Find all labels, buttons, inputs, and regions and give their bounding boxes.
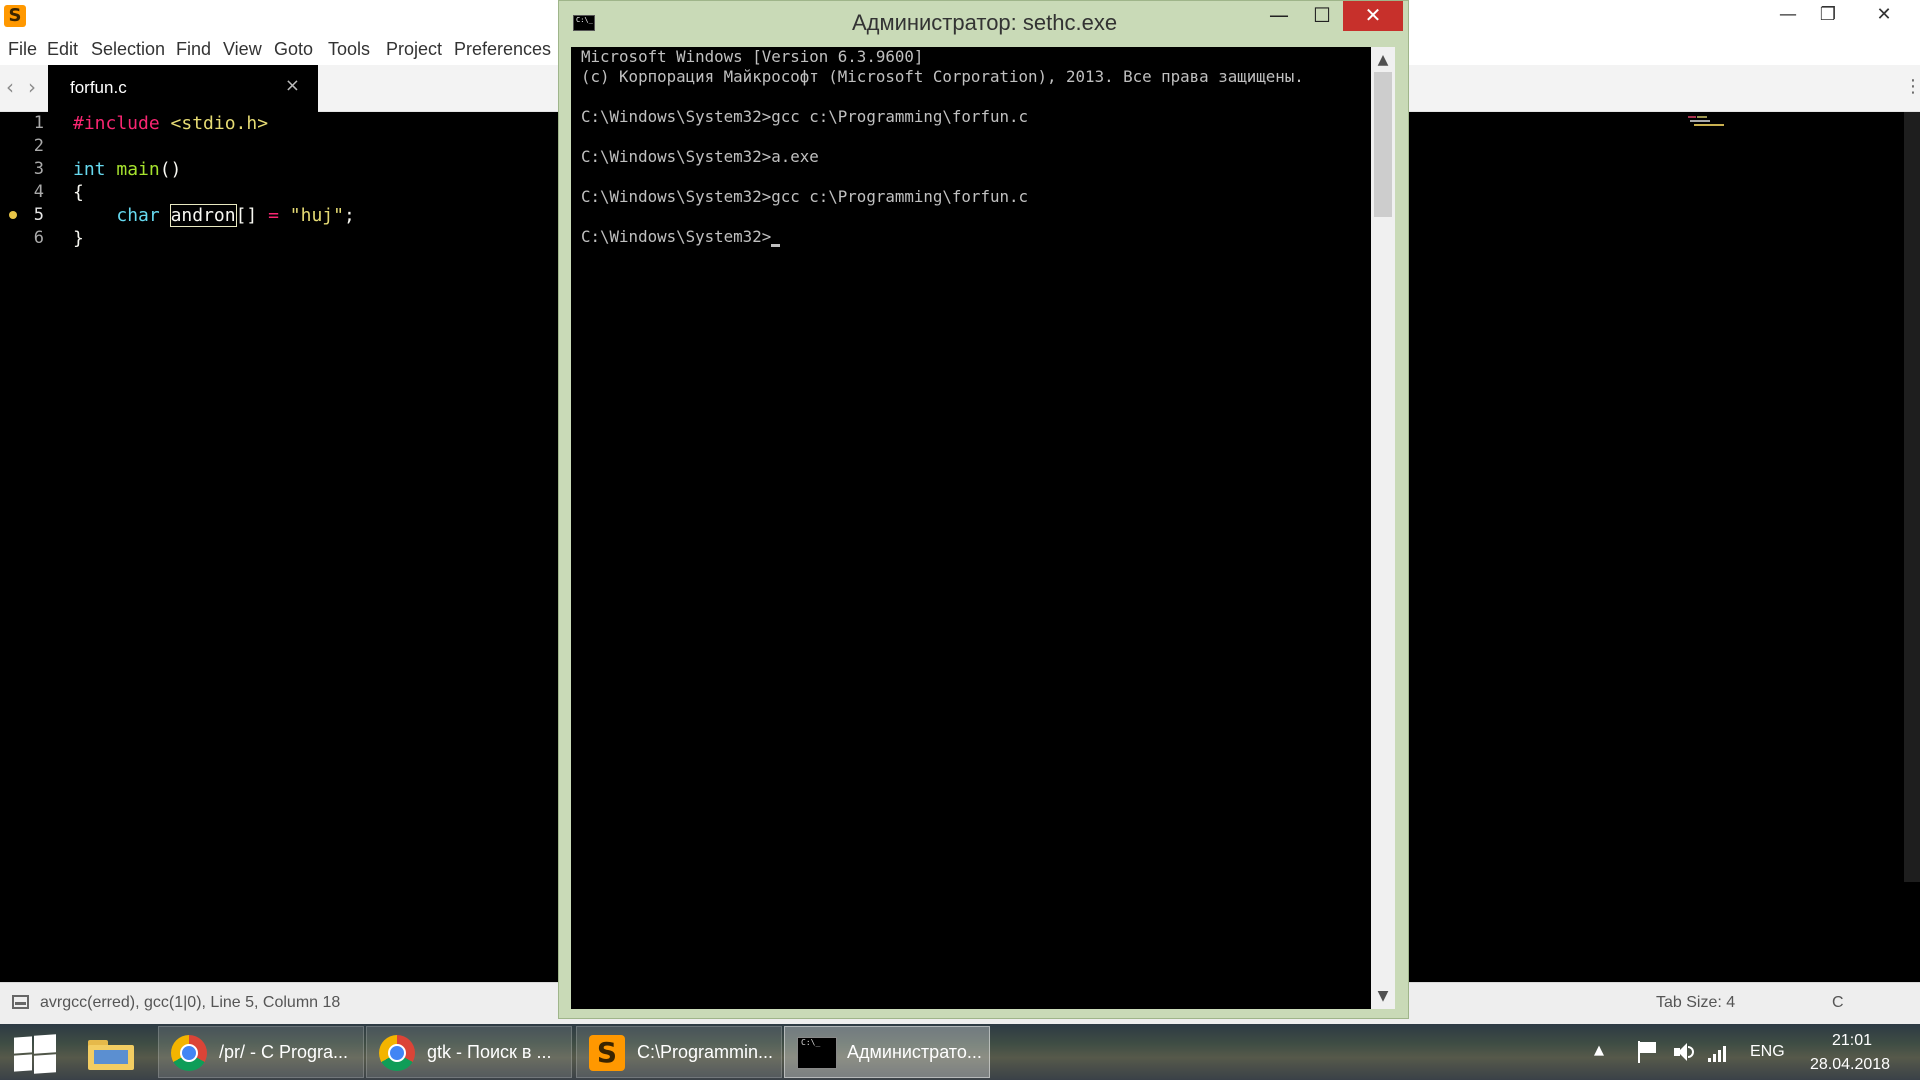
start-button[interactable] xyxy=(0,1024,70,1080)
console-close-button[interactable]: ✕ xyxy=(1343,1,1403,31)
tab-back-icon[interactable]: ‹ xyxy=(6,75,14,99)
highlighted-word: andron xyxy=(169,204,237,227)
chrome-icon xyxy=(171,1035,207,1071)
scroll-up-icon[interactable]: ▲ xyxy=(1371,51,1395,69)
show-hidden-icons-icon[interactable]: ▲ xyxy=(1594,1044,1604,1058)
restore-button[interactable]: ❐ xyxy=(1806,0,1850,33)
console-scroll-thumb[interactable] xyxy=(1374,72,1392,217)
code-token: <stdio.h> xyxy=(159,113,269,134)
taskbar-chrome-gtk[interactable]: gtk - Поиск в ... xyxy=(366,1026,572,1078)
clock-time[interactable]: 21:01 xyxy=(1832,1032,1872,1050)
console-cursor xyxy=(771,244,780,247)
line-number-active: 5 xyxy=(33,205,44,225)
taskbar-button-label: /pr/ - C Progra... xyxy=(219,1042,349,1062)
code-token: ; xyxy=(343,205,355,226)
close-button[interactable]: ✕ xyxy=(1862,0,1906,33)
tab-close-icon[interactable]: × xyxy=(285,75,300,97)
code-token: [] xyxy=(235,205,269,226)
taskbar-chrome-pr[interactable]: /pr/ - C Progra... xyxy=(158,1026,364,1078)
file-explorer-icon[interactable] xyxy=(88,1036,134,1070)
scroll-down-icon[interactable]: ▼ xyxy=(1371,987,1395,1005)
menu-goto[interactable]: Goto xyxy=(274,39,313,60)
code-line-4: { xyxy=(73,182,84,203)
console-minimize-button[interactable]: — xyxy=(1257,1,1301,31)
menu-project[interactable]: Project xyxy=(386,39,442,60)
code-token: main xyxy=(105,159,160,180)
code-token: "huj" xyxy=(289,205,344,226)
console-line: C:\Windows\System32>gcc c:\Programming\f… xyxy=(581,187,1028,206)
taskbar-sublime[interactable]: S C:\Programmin... xyxy=(576,1026,782,1078)
code-line-3: int main() xyxy=(73,158,181,181)
line-number: 1 xyxy=(33,113,44,133)
code-line-5: char andron[] = "huj"; xyxy=(73,204,355,227)
tab-label: forfun.c xyxy=(70,78,127,97)
modified-line-marker-icon xyxy=(9,211,17,219)
console-line: Microsoft Windows [Version 6.3.9600] xyxy=(581,47,924,66)
editor-scrollbar[interactable] xyxy=(1904,112,1920,882)
syntax-selector[interactable]: C xyxy=(1832,994,1844,1012)
menu-selection[interactable]: Selection xyxy=(91,39,165,60)
console-maximize-button[interactable]: ☐ xyxy=(1301,1,1343,31)
status-build-info: avrgcc(erred), gcc(1|0), Line 5, Column … xyxy=(40,994,341,1011)
code-token: int xyxy=(73,159,106,180)
line-number: 3 xyxy=(33,159,44,179)
console-scrollbar[interactable]: ▲ ▼ xyxy=(1371,47,1395,1009)
code-line-6: } xyxy=(73,228,84,249)
console-window[interactable]: C:\_ Администратор: sethc.exe — ☐ ✕ Micr… xyxy=(558,0,1409,1019)
panel-toggle-icon[interactable] xyxy=(12,995,29,1009)
tab-menu-icon[interactable]: ⋮ xyxy=(1904,77,1920,97)
menu-preferences[interactable]: Preferences xyxy=(454,39,551,60)
code-token: char xyxy=(116,205,160,226)
menu-view[interactable]: View xyxy=(223,39,262,60)
cmd-icon: C:\_ xyxy=(797,1037,837,1069)
code-token: () xyxy=(159,159,182,180)
menu-tools[interactable]: Tools xyxy=(328,39,370,60)
code-token: = xyxy=(268,205,279,226)
tab-size-button[interactable]: Tab Size: 4 xyxy=(1656,994,1735,1012)
tab-forfun-c[interactable]: forfun.c × xyxy=(48,65,318,112)
windows-logo-icon xyxy=(14,1036,32,1054)
console-line: C:\Windows\System32>a.exe xyxy=(581,147,819,166)
minimap[interactable] xyxy=(1688,116,1730,128)
network-signal-icon[interactable] xyxy=(1708,1042,1730,1062)
console-line: (c) Корпорация Майкрософт (Microsoft Cor… xyxy=(581,67,1304,86)
line-number: 6 xyxy=(33,228,44,248)
action-center-flag-icon[interactable] xyxy=(1636,1041,1658,1063)
minimize-button[interactable]: — xyxy=(1766,0,1810,33)
menu-edit[interactable]: Edit xyxy=(47,39,78,60)
console-output[interactable]: Microsoft Windows [Version 6.3.9600] (c)… xyxy=(571,47,1387,1009)
menu-find[interactable]: Find xyxy=(176,39,211,60)
code-line-1: #include <stdio.h> xyxy=(73,112,268,135)
chrome-icon xyxy=(379,1035,415,1071)
code-token: #include xyxy=(73,113,160,134)
menu-file[interactable]: File xyxy=(8,39,37,60)
taskbar-button-label: gtk - Поиск в ... xyxy=(427,1042,552,1062)
sublime-logo-icon: S xyxy=(4,5,26,27)
input-language-indicator[interactable]: ENG xyxy=(1750,1043,1785,1061)
console-prompt-line: C:\Windows\System32> xyxy=(581,227,772,246)
sublime-icon: S xyxy=(589,1035,625,1071)
taskbar: /pr/ - C Progra... gtk - Поиск в ... S C… xyxy=(0,1024,1920,1080)
clock-date[interactable]: 28.04.2018 xyxy=(1810,1056,1890,1074)
line-number: 2 xyxy=(33,136,44,156)
taskbar-button-label: C:\Programmin... xyxy=(637,1042,774,1062)
console-line: C:\Windows\System32>gcc c:\Programming\f… xyxy=(581,107,1028,126)
line-number: 4 xyxy=(33,182,44,202)
taskbar-button-label: Администрато... xyxy=(847,1042,982,1062)
tab-forward-icon[interactable]: › xyxy=(28,75,36,99)
volume-icon[interactable] xyxy=(1672,1040,1696,1064)
taskbar-console[interactable]: C:\_ Администрато... xyxy=(784,1026,990,1078)
